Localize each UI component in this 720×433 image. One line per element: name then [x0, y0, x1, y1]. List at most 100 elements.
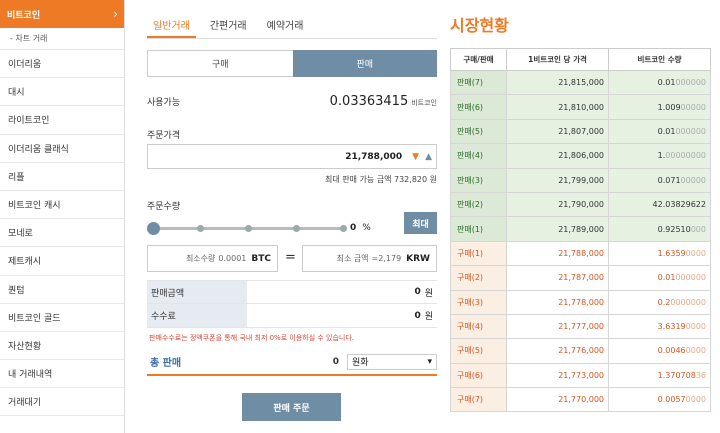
row-qty-fade: 000000 [675, 273, 706, 283]
qty-slider[interactable] [147, 220, 347, 238]
sidebar-item[interactable]: 내 거래내역 [0, 360, 124, 389]
sell-order-button[interactable]: 판매 주문 [242, 393, 341, 421]
row-side: 판매(4) [450, 143, 507, 169]
min-qty-field[interactable]: 최소수량 0.0001 BTC [147, 245, 278, 272]
currency-selected: 원화 [352, 358, 369, 368]
tab-easy-trade[interactable]: 간편거래 [204, 10, 253, 38]
row-qty: 0.20000000 [608, 289, 711, 315]
row-price: 21,789,000 [506, 216, 609, 242]
sidebar-item[interactable]: 비트코인 캐시 [0, 191, 124, 220]
buy-sell-toggle: 구매 판매 [147, 50, 437, 77]
sidebar-item[interactable]: 모네로 [0, 219, 124, 248]
sidebar-item[interactable]: 퀀텀 [0, 276, 124, 304]
min-amount-unit: KRW [406, 253, 430, 264]
row-qty: 1.00000000 [608, 143, 711, 169]
row-qty-fade: 0000 [685, 346, 706, 356]
table-row[interactable]: 구매(3) 21,778,000 0.20000000 [450, 289, 711, 315]
buy-toggle-button[interactable]: 구매 [147, 50, 293, 77]
fee-unit: 원 [424, 312, 433, 322]
row-price: 21,790,000 [506, 191, 609, 218]
sidebar-item[interactable]: 이더리움 클래식 [0, 135, 124, 163]
row-side: 판매(7) [450, 69, 507, 96]
table-row[interactable]: 구매(1) 21,788,000 1.63590000 [450, 240, 711, 267]
sidebar-item[interactable]: 거래대기 [0, 388, 124, 417]
qty-percent-unit: % [362, 223, 371, 233]
table-row[interactable]: 판매(4) 21,806,000 1.00000000 [450, 143, 711, 169]
row-price: 21,787,000 [506, 265, 609, 291]
max-sell-amount: 최대 판매 가능 금액 732,820 원 [324, 175, 437, 184]
sell-toggle-button[interactable]: 판매 [292, 50, 437, 77]
sidebar-item[interactable]: 자산현황 [0, 332, 124, 361]
max-qty-button[interactable]: 최대 [404, 212, 437, 234]
row-qty: 1.63590000 [608, 240, 711, 267]
fee-value-cell: 0원 [247, 304, 437, 327]
min-amount-field[interactable]: 최소 금액 =2,179 KRW [302, 245, 437, 272]
row-qty: 1.00900000 [608, 94, 711, 120]
row-qty-main: 1.370708 [657, 370, 696, 380]
row-qty-main: 1.009 [657, 102, 681, 112]
order-qty-label: 주문수량 [147, 202, 181, 212]
market-title: 시장현황 [450, 16, 509, 35]
row-qty-main: 3.6319 [657, 322, 686, 332]
sidebar-item[interactable]: 비트코인 골드 [0, 304, 124, 332]
sidebar-item[interactable]: 라이트코인 [0, 106, 124, 135]
order-book-table: 구매/판매 1비트코인 당 가격 비트코인 수량 판매(7) 21,815,000… [450, 48, 711, 413]
price-up-icon[interactable]: ▲ [425, 152, 432, 162]
row-qty-main: 42.03829622 [652, 200, 706, 210]
row-qty: 1.37070836 [608, 362, 711, 389]
sidebar-list: 이더리움 대시 라이트코인 이더리움 클래식 리플 비트코인 캐시 모네로 제트캐시 퀀텀 비트코… [0, 50, 124, 417]
row-side: 구매(7) [450, 387, 507, 413]
sidebar-item[interactable]: 이더리움 [0, 50, 124, 79]
row-qty-main: 0.01 [657, 78, 676, 88]
chevron-down-icon: ▾ [427, 356, 432, 367]
row-price: 21,777,000 [506, 313, 609, 340]
order-price-value: 21,788,000 [345, 151, 403, 162]
slider-step-dot[interactable] [245, 225, 252, 232]
row-qty: 0.00570000 [608, 387, 711, 413]
table-row[interactable]: 구매(7) 21,770,000 0.00570000 [450, 387, 711, 413]
fee-label: 수수료 [147, 304, 247, 327]
row-qty: 42.03829622 [608, 191, 711, 218]
sidebar-subitem-chart-trade[interactable]: - 차트 거래 [0, 28, 124, 50]
min-qty-unit: BTC [251, 253, 271, 264]
sidebar-item[interactable]: 리플 [0, 163, 124, 191]
table-row[interactable]: 판매(5) 21,807,000 0.01000000 [450, 118, 711, 145]
row-side: 구매(4) [450, 313, 507, 340]
table-row[interactable]: 구매(4) 21,777,000 3.63190000 [450, 313, 711, 340]
sidebar-item-bitcoin[interactable]: 비트코인 › [0, 0, 124, 28]
row-qty-main: 0.2 [657, 297, 671, 307]
order-price-input[interactable]: 21,788,000 ▼ ▲ [147, 144, 437, 169]
row-qty-main: 0.01 [657, 126, 676, 136]
row-side: 구매(6) [450, 362, 507, 389]
row-qty-main: 1.6359 [657, 248, 686, 258]
table-row[interactable]: 판매(6) 21,810,000 1.00900000 [450, 94, 711, 120]
table-row[interactable]: 구매(5) 21,776,000 0.00460000 [450, 338, 711, 364]
price-down-icon[interactable]: ▼ [412, 152, 419, 162]
trade-tabs: 일반거래 간편거래 예약거래 [147, 10, 437, 39]
row-side: 구매(2) [450, 265, 507, 291]
table-row[interactable]: 구매(2) 21,787,000 0.01000000 [450, 265, 711, 291]
slider-step-dot[interactable] [197, 225, 204, 232]
sidebar-item-label: 비트코인 [7, 10, 41, 21]
slider-step-dot[interactable] [340, 225, 347, 232]
sidebar-item[interactable]: 제트캐시 [0, 247, 124, 276]
row-side: 구매(5) [450, 338, 507, 364]
row-qty: 3.63190000 [608, 313, 711, 340]
sidebar-item[interactable]: 대시 [0, 78, 124, 107]
tab-normal-trade[interactable]: 일반거래 [147, 10, 196, 38]
slider-handle[interactable] [147, 222, 160, 235]
table-row[interactable]: 판매(3) 21,799,000 0.07100000 [450, 167, 711, 193]
table-row[interactable]: 판매(7) 21,815,000 0.01000000 [450, 69, 711, 96]
available-value: 0.03363415 [329, 93, 409, 109]
tab-reserved-trade[interactable]: 예약거래 [261, 10, 310, 38]
min-qty-label: 최소수량 [185, 254, 216, 263]
row-price: 21,778,000 [506, 289, 609, 315]
equals-sign: = [285, 250, 296, 265]
currency-select[interactable]: 원화 ▾ [347, 353, 437, 370]
fee-notice: 판매수수료는 정액쿠폰을 통해 국내 최저 0%로 이용하실 수 있습니다. [149, 334, 355, 342]
table-row[interactable]: 구매(6) 21,773,000 1.37070836 [450, 362, 711, 389]
table-row[interactable]: 판매(2) 21,790,000 42.03829622 [450, 191, 711, 218]
slider-step-dot[interactable] [293, 225, 300, 232]
row-side: 판매(3) [450, 167, 507, 193]
table-row[interactable]: 판매(1) 21,789,000 0.92510000 [450, 216, 711, 242]
